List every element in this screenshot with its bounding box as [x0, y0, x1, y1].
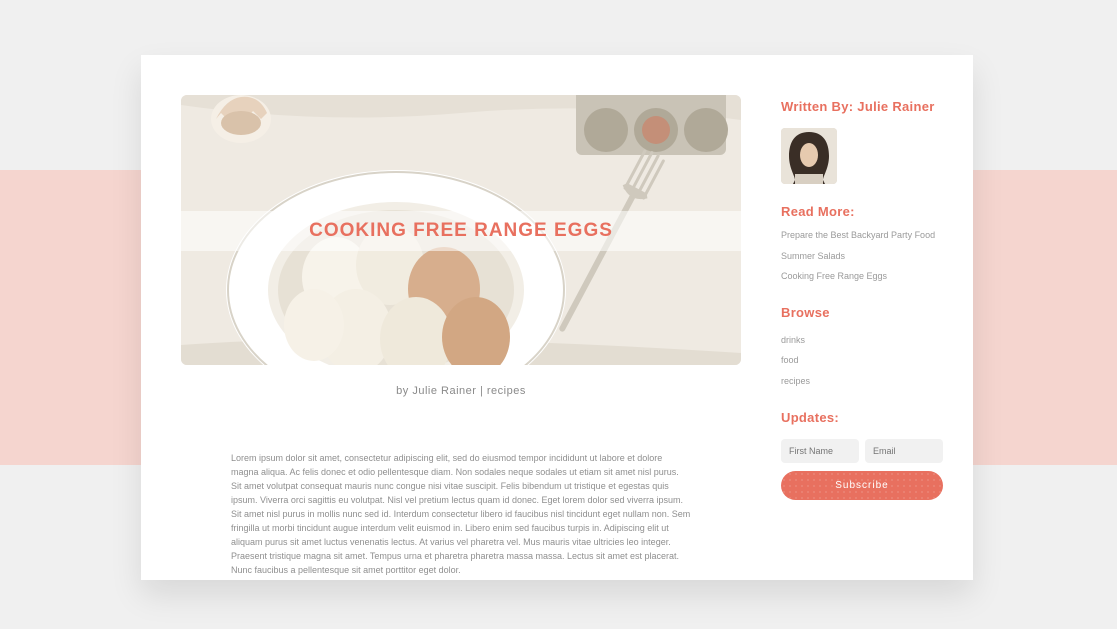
read-more-heading: Read More: — [781, 204, 943, 219]
subscribe-form-row — [781, 439, 943, 463]
browse-list: drinks food recipes — [781, 334, 943, 388]
email-input[interactable] — [865, 439, 943, 463]
read-more-link[interactable]: Prepare the Best Backyard Party Food — [781, 229, 943, 242]
written-by-heading: Written By: Julie Rainer — [781, 99, 943, 114]
article-paragraph: Lorem ipsum dolor sit amet, consectetur … — [231, 452, 691, 577]
sidebar: Written By: Julie Rainer Read More: Prep… — [781, 95, 943, 580]
browse-heading: Browse — [781, 305, 943, 320]
browse-link[interactable]: recipes — [781, 375, 943, 388]
article-body: Lorem ipsum dolor sit amet, consectetur … — [181, 426, 741, 580]
first-name-input[interactable] — [781, 439, 859, 463]
hero-title-bar: COOKING FREE RANGE EGGS — [181, 211, 741, 251]
read-more-link[interactable]: Summer Salads — [781, 250, 943, 263]
read-more-list: Prepare the Best Backyard Party Food Sum… — [781, 229, 943, 283]
updates-heading: Updates: — [781, 410, 943, 425]
hero-image: COOKING FREE RANGE EGGS — [181, 95, 741, 365]
author-avatar — [781, 128, 837, 184]
read-more-link[interactable]: Cooking Free Range Eggs — [781, 270, 943, 283]
main-column: COOKING FREE RANGE EGGS by Julie Rainer … — [181, 95, 741, 580]
hero-title: COOKING FREE RANGE EGGS — [309, 220, 613, 242]
browse-link[interactable]: drinks — [781, 334, 943, 347]
subscribe-button[interactable]: Subscribe — [781, 471, 943, 500]
byline: by Julie Rainer | recipes — [181, 365, 741, 426]
page-card: COOKING FREE RANGE EGGS by Julie Rainer … — [141, 55, 973, 580]
browse-link[interactable]: food — [781, 354, 943, 367]
